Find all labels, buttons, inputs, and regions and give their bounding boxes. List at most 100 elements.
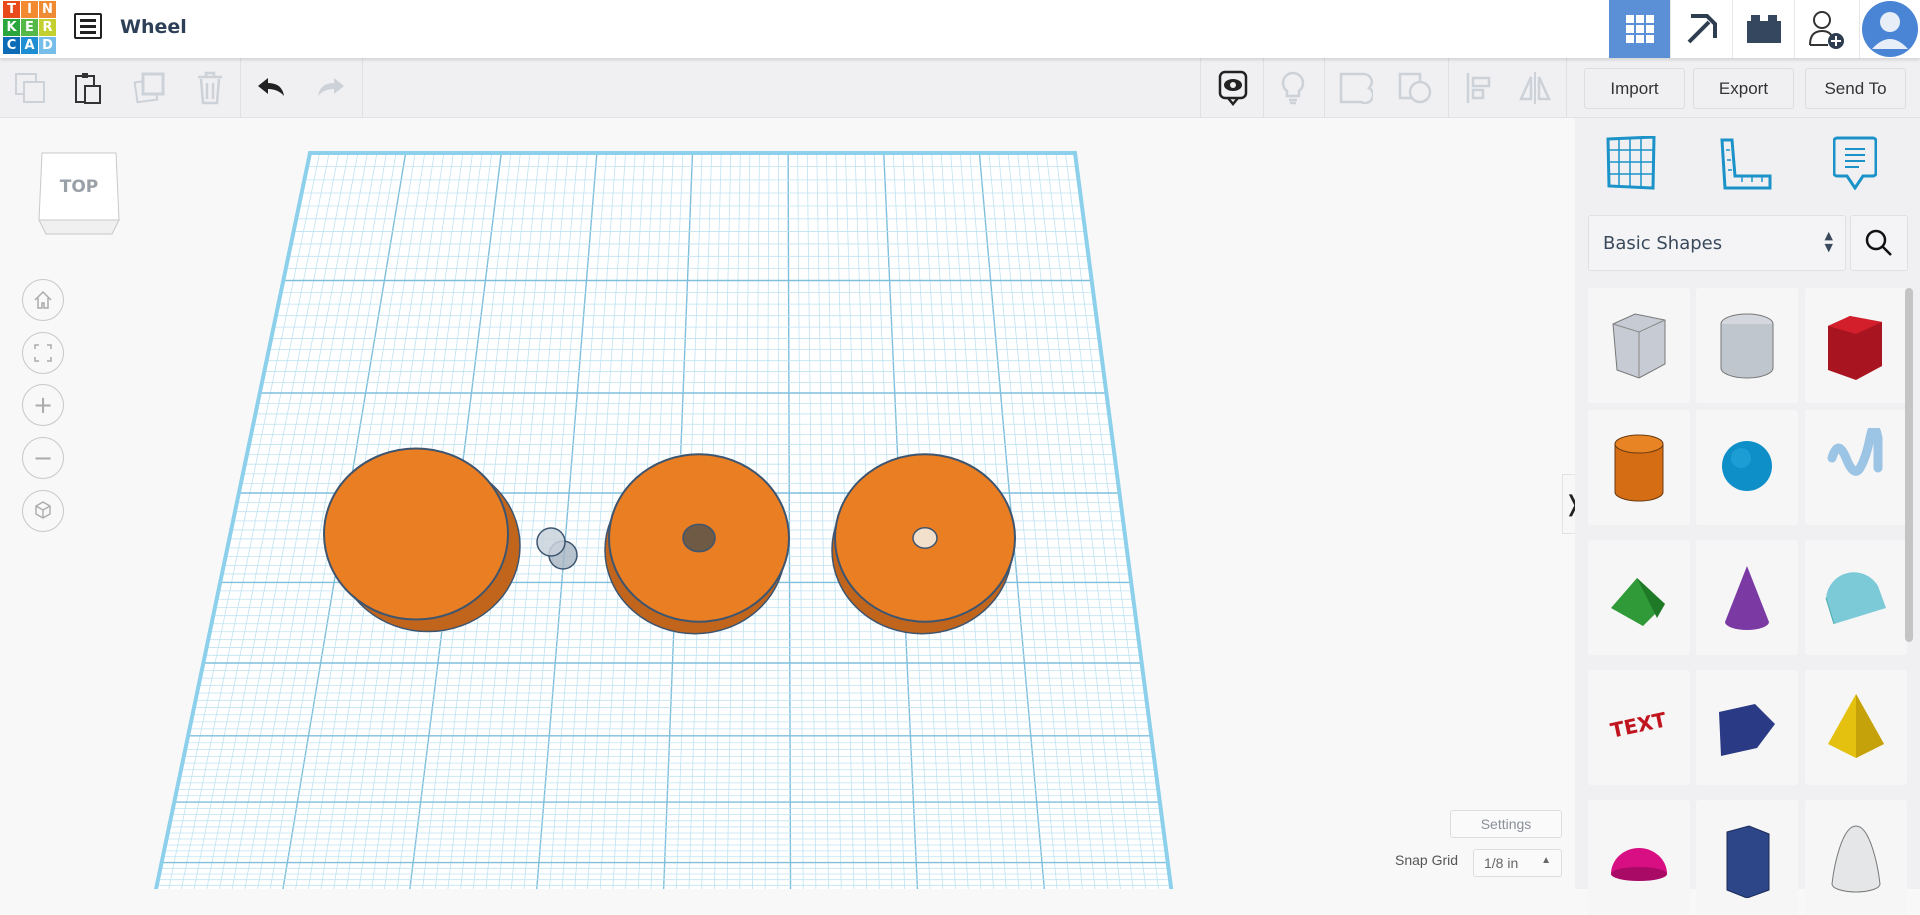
3d-view-button[interactable] [1609, 0, 1670, 58]
redo-button[interactable] [310, 68, 350, 108]
design-list-icon[interactable] [74, 13, 102, 39]
edit-toolbar: Import Export Send To [0, 58, 1920, 118]
workplane-grid[interactable] [0, 118, 1575, 889]
logo-letter: C [3, 37, 20, 54]
snap-grid-select[interactable]: 1/8 in ▲ [1473, 849, 1562, 877]
logo-letter: N [39, 1, 56, 18]
shape-thumbnail-icon [1611, 847, 1667, 881]
import-button[interactable]: Import [1584, 68, 1685, 109]
shape-item[interactable] [1805, 410, 1907, 525]
caret-up-icon: ▲ [1541, 855, 1551, 866]
lightbulb-icon [1281, 71, 1305, 105]
fit-view-button[interactable] [22, 332, 64, 374]
logo-letter: A [21, 37, 38, 54]
wheel-3[interactable] [831, 453, 1016, 635]
bricks-button[interactable] [1732, 0, 1794, 58]
group-button[interactable] [1336, 68, 1376, 108]
shape-item[interactable]: TEXT [1588, 670, 1690, 785]
ruler-tool-button[interactable] [1720, 136, 1772, 194]
cube-icon [35, 501, 51, 519]
snap-grid-label: Snap Grid [1395, 852, 1459, 868]
wheel-2[interactable] [604, 453, 790, 635]
export-button[interactable]: Export [1693, 68, 1794, 109]
zoom-in-button[interactable]: + [22, 384, 64, 426]
avatar[interactable] [1859, 0, 1919, 58]
shape-item[interactable] [1696, 670, 1798, 785]
add-user-icon [1808, 11, 1844, 49]
sort-arrows-icon: ▲ ▼ [1824, 229, 1833, 254]
delete-button[interactable] [190, 68, 230, 108]
mirror-icon [1519, 72, 1551, 104]
home-view-button[interactable] [22, 279, 64, 321]
tinkercad-logo[interactable]: TIN KER CAD [3, 1, 56, 54]
panel-scrollbar[interactable] [1905, 288, 1913, 642]
ungroup-icon [1398, 72, 1432, 104]
shape-thumbnail-icon [1828, 315, 1882, 380]
projection-button[interactable] [22, 490, 64, 532]
shape-thumbnail-icon [1722, 440, 1772, 491]
hint-button[interactable] [1273, 68, 1313, 108]
send-to-button[interactable]: Send To [1805, 68, 1906, 109]
shape-item[interactable] [1805, 540, 1907, 655]
design-title[interactable]: Wheel [120, 16, 187, 38]
redo-icon [318, 78, 344, 96]
align-button[interactable] [1458, 68, 1498, 108]
note-icon [1832, 136, 1878, 191]
undo-button[interactable] [252, 68, 292, 108]
shape-category-select[interactable]: Basic Shapes ▲ ▼ [1588, 215, 1846, 271]
shape-item[interactable] [1805, 670, 1907, 785]
axle-hole-cylinder-top [536, 527, 566, 557]
workplane-icon [1606, 135, 1656, 190]
notes-visibility-button[interactable] [1213, 68, 1253, 108]
shape-thumbnail-icon [1726, 824, 1770, 898]
ungroup-button[interactable] [1395, 68, 1435, 108]
shapes-panel: Basic Shapes ▲ ▼ TEXT [1575, 118, 1920, 915]
grid-view-icon [1625, 15, 1654, 43]
shape-thumbnail-icon: TEXT [1608, 707, 1668, 742]
view-cube[interactable]: TOP [36, 150, 126, 240]
shape-thumbnail-icon [1719, 703, 1775, 756]
shape-item[interactable] [1696, 540, 1798, 655]
shape-item[interactable] [1696, 410, 1798, 525]
shape-item[interactable] [1805, 800, 1907, 915]
shape-thumbnail-icon [1720, 313, 1774, 378]
notes-tool-button[interactable] [1832, 136, 1878, 194]
mirror-button[interactable] [1515, 68, 1555, 108]
shape-item[interactable] [1805, 288, 1907, 403]
shape-search-button[interactable] [1850, 215, 1908, 271]
logo-letter: D [39, 37, 56, 54]
shape-item[interactable] [1588, 288, 1690, 403]
shape-item[interactable] [1588, 800, 1690, 915]
trash-icon [198, 71, 222, 105]
shape-item[interactable] [1588, 540, 1690, 655]
undo-icon [258, 78, 284, 96]
shape-thumbnail-icon [1825, 571, 1886, 624]
zoom-out-button[interactable]: − [22, 437, 64, 479]
svg-text:TEXT: TEXT [1608, 707, 1668, 742]
shape-item[interactable] [1696, 800, 1798, 915]
shape-category-value: Basic Shapes [1603, 233, 1723, 254]
shape-item[interactable] [1588, 410, 1690, 525]
brick-icon [1746, 15, 1781, 43]
shape-item[interactable] [1696, 288, 1798, 403]
ruler-icon [1720, 138, 1772, 190]
logo-letter: I [21, 1, 38, 18]
paste-icon [75, 73, 101, 104]
shape-thumbnail-icon [1614, 434, 1664, 501]
shape-thumbnail-icon [1831, 824, 1881, 892]
logo-letter: R [39, 19, 56, 36]
fit-icon [34, 344, 52, 362]
minecraft-button[interactable] [1670, 0, 1732, 58]
shape-thumbnail-icon [1612, 312, 1666, 379]
copy-button[interactable] [10, 68, 50, 108]
duplicate-button[interactable] [129, 68, 169, 108]
minus-icon: − [32, 444, 54, 472]
workplane-tool-button[interactable] [1605, 135, 1657, 194]
shape-thumbnail-icon [1828, 693, 1884, 758]
paste-button[interactable] [68, 68, 108, 108]
invite-button[interactable] [1794, 0, 1856, 58]
view-cube-top-label: TOP [60, 177, 99, 197]
home-icon [34, 290, 52, 309]
eye-bubble-icon [1218, 70, 1248, 106]
settings-button[interactable]: Settings [1450, 810, 1562, 838]
